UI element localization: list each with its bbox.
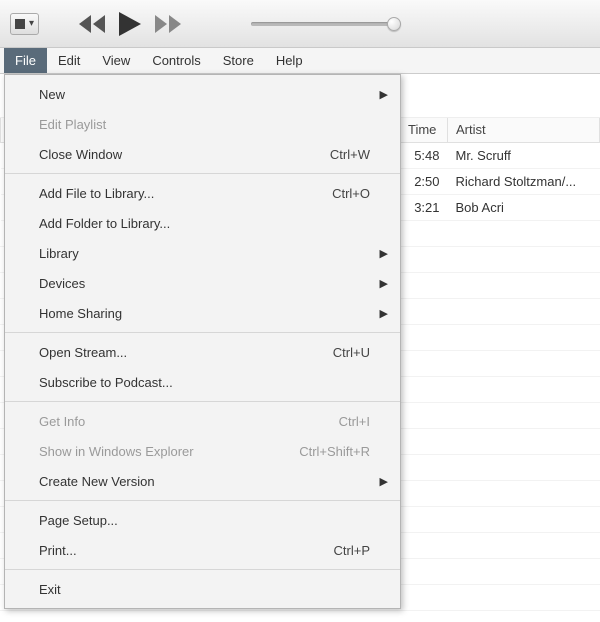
menu-bar: File Edit View Controls Store Help	[0, 48, 600, 74]
menu-separator	[5, 500, 400, 501]
playback-toolbar: ▾	[0, 0, 600, 48]
next-track-button[interactable]	[155, 15, 181, 33]
menu-separator	[5, 173, 400, 174]
column-time[interactable]: Time	[400, 118, 448, 142]
track-time: 2:50	[414, 174, 439, 189]
content-area: My Music Time Artist 5:48 Mr. Scruff 2:5…	[0, 74, 600, 622]
slider-thumb-icon[interactable]	[387, 17, 401, 31]
menu-item-edit-playlist: Edit Playlist	[5, 109, 400, 139]
track-artist: Mr. Scruff	[456, 148, 511, 163]
column-artist[interactable]: Artist	[448, 118, 600, 142]
menu-help[interactable]: Help	[265, 48, 314, 73]
menu-edit[interactable]: Edit	[47, 48, 91, 73]
menu-item-open-stream[interactable]: Open Stream...Ctrl+U	[5, 337, 400, 367]
track-artist: Bob Acri	[456, 200, 504, 215]
menu-controls[interactable]: Controls	[141, 48, 211, 73]
track-time: 3:21	[414, 200, 439, 215]
menu-item-devices[interactable]: Devices▶	[5, 268, 400, 298]
menu-item-subscribe-podcast[interactable]: Subscribe to Podcast...	[5, 367, 400, 397]
volume-slider[interactable]	[251, 14, 401, 34]
menu-item-page-setup[interactable]: Page Setup...	[5, 505, 400, 535]
menu-item-new[interactable]: New▶	[5, 79, 400, 109]
play-button[interactable]	[119, 12, 141, 36]
submenu-arrow-icon: ▶	[380, 247, 388, 260]
track-artist: Richard Stoltzman/...	[456, 174, 577, 189]
previous-track-button[interactable]	[79, 15, 105, 33]
menu-item-home-sharing[interactable]: Home Sharing▶	[5, 298, 400, 328]
menu-separator	[5, 332, 400, 333]
file-menu-dropdown: New▶ Edit Playlist Close WindowCtrl+W Ad…	[4, 74, 401, 609]
pane-toggle-button[interactable]: ▾	[10, 13, 39, 35]
menu-store[interactable]: Store	[212, 48, 265, 73]
submenu-arrow-icon: ▶	[380, 88, 388, 101]
menu-item-add-file[interactable]: Add File to Library...Ctrl+O	[5, 178, 400, 208]
menu-item-print[interactable]: Print...Ctrl+P	[5, 535, 400, 565]
submenu-arrow-icon: ▶	[380, 475, 388, 488]
menu-item-show-explorer: Show in Windows ExplorerCtrl+Shift+R	[5, 436, 400, 466]
square-icon	[15, 19, 25, 29]
menu-view[interactable]: View	[91, 48, 141, 73]
menu-item-exit[interactable]: Exit	[5, 574, 400, 604]
menu-item-create-new-version[interactable]: Create New Version▶	[5, 466, 400, 496]
submenu-arrow-icon: ▶	[380, 277, 388, 290]
track-time: 5:48	[414, 148, 439, 163]
menu-item-close-window[interactable]: Close WindowCtrl+W	[5, 139, 400, 169]
menu-separator	[5, 569, 400, 570]
menu-item-get-info: Get InfoCtrl+I	[5, 406, 400, 436]
menu-item-library[interactable]: Library▶	[5, 238, 400, 268]
menu-file[interactable]: File	[4, 48, 47, 73]
menu-separator	[5, 401, 400, 402]
playback-controls	[79, 12, 181, 36]
chevron-down-icon: ▾	[29, 18, 34, 29]
submenu-arrow-icon: ▶	[380, 307, 388, 320]
menu-item-add-folder[interactable]: Add Folder to Library...	[5, 208, 400, 238]
